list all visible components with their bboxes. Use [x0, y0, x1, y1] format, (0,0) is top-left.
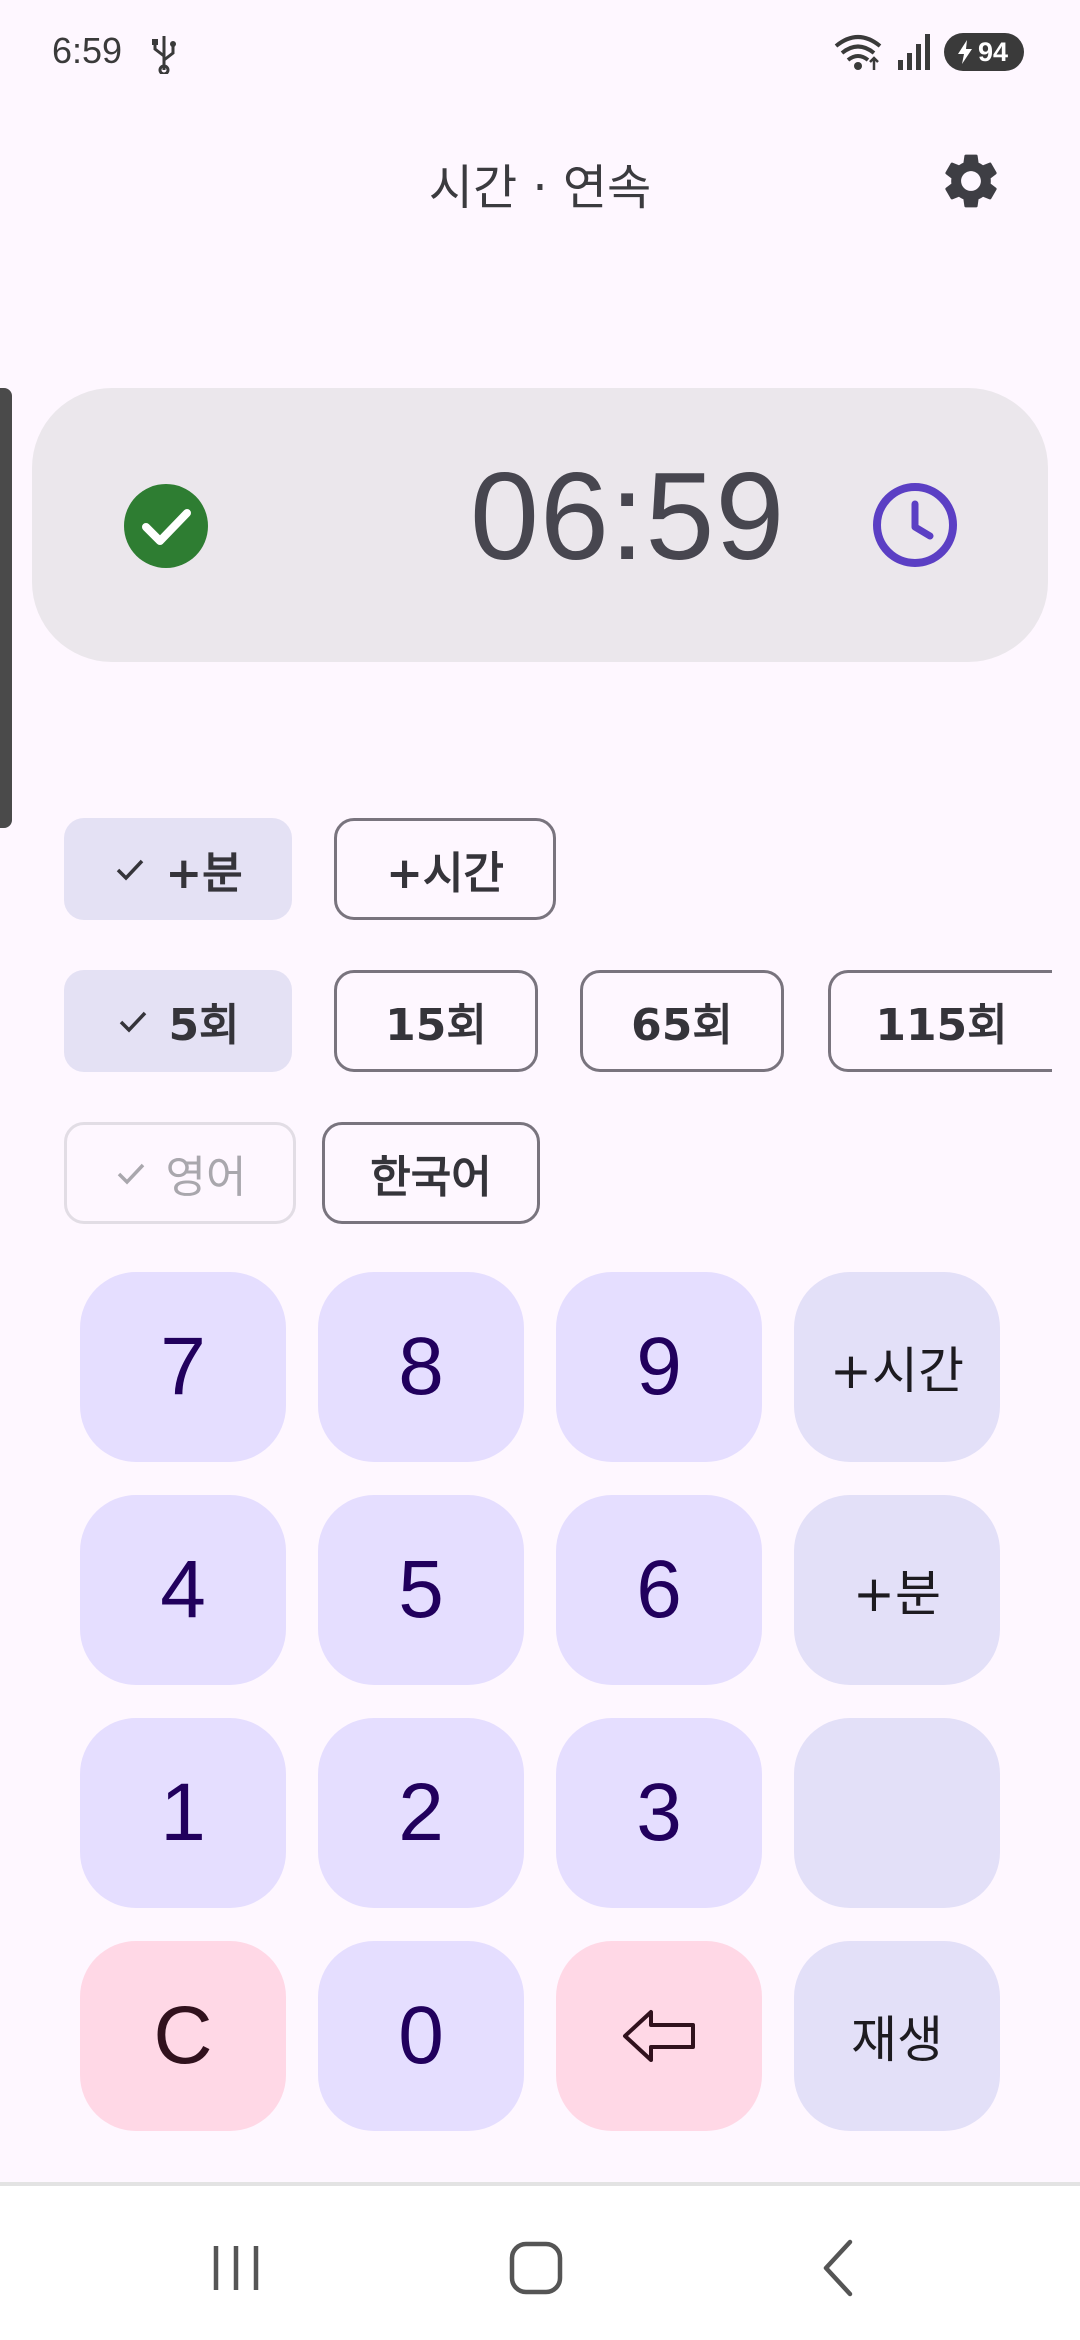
- key-1[interactable]: 1: [80, 1718, 286, 1908]
- key-4[interactable]: 4: [80, 1495, 286, 1685]
- battery-level: 94: [977, 36, 1008, 67]
- charging-bolt-icon: [957, 40, 972, 64]
- page-title: 시간 · 연속: [428, 160, 652, 216]
- key-6[interactable]: 6: [556, 1495, 762, 1685]
- back-icon[interactable]: [808, 2236, 872, 2300]
- key-empty[interactable]: [794, 1718, 1000, 1908]
- chip-plus-minute[interactable]: +분: [64, 818, 292, 920]
- key-clear[interactable]: C: [80, 1941, 286, 2131]
- key-5[interactable]: 5: [318, 1495, 524, 1685]
- chip-language-korean[interactable]: 한국어: [322, 1122, 540, 1224]
- chip-label: 15회: [385, 1000, 487, 1051]
- key-3[interactable]: 3: [556, 1718, 762, 1908]
- key-plus-hour[interactable]: +시간: [794, 1272, 1000, 1462]
- check-icon: [117, 859, 144, 881]
- key-8[interactable]: 8: [318, 1272, 524, 1462]
- chip-repeat-115[interactable]: 115회: [828, 970, 1052, 1072]
- check-circle-icon: [124, 484, 208, 568]
- signal-icon: [897, 34, 930, 70]
- chip-language-english: 영어: [64, 1122, 296, 1224]
- chip-repeat-15[interactable]: 15회: [334, 970, 538, 1072]
- home-icon[interactable]: [504, 2236, 568, 2300]
- chip-label: 65회: [631, 1000, 733, 1051]
- time-value: 06:59: [470, 448, 786, 586]
- chip-label: +시간: [386, 848, 504, 899]
- status-icons: 94: [834, 30, 1024, 74]
- key-play[interactable]: 재생: [794, 1941, 1000, 2131]
- chip-label: 5회: [168, 1000, 240, 1051]
- check-icon: [120, 1011, 147, 1033]
- edge-panel-handle[interactable]: [0, 388, 12, 828]
- chip-repeat-5[interactable]: 5회: [64, 970, 292, 1072]
- key-7[interactable]: 7: [80, 1272, 286, 1462]
- backspace-icon: [623, 2010, 695, 2062]
- usb-icon: [152, 36, 176, 74]
- chip-label: +분: [165, 848, 243, 899]
- status-time: 6:59: [52, 30, 123, 71]
- check-icon: [117, 1163, 144, 1185]
- key-0[interactable]: 0: [318, 1941, 524, 2131]
- key-2[interactable]: 2: [318, 1718, 524, 1908]
- key-backspace[interactable]: [556, 1941, 762, 2131]
- battery-icon: 94: [943, 33, 1024, 71]
- chip-label: 영어: [165, 1152, 247, 1203]
- chip-plus-hour[interactable]: +시간: [334, 818, 556, 920]
- gear-icon[interactable]: [938, 148, 1004, 214]
- chip-label: 115회: [875, 1000, 1008, 1051]
- chip-label: 한국어: [370, 1152, 492, 1203]
- recent-apps-icon[interactable]: [204, 2236, 268, 2300]
- clock-icon[interactable]: [870, 480, 960, 570]
- key-plus-minute[interactable]: +분: [794, 1495, 1000, 1685]
- wifi-icon: [834, 35, 882, 70]
- chip-repeat-65[interactable]: 65회: [580, 970, 784, 1072]
- key-9[interactable]: 9: [556, 1272, 762, 1462]
